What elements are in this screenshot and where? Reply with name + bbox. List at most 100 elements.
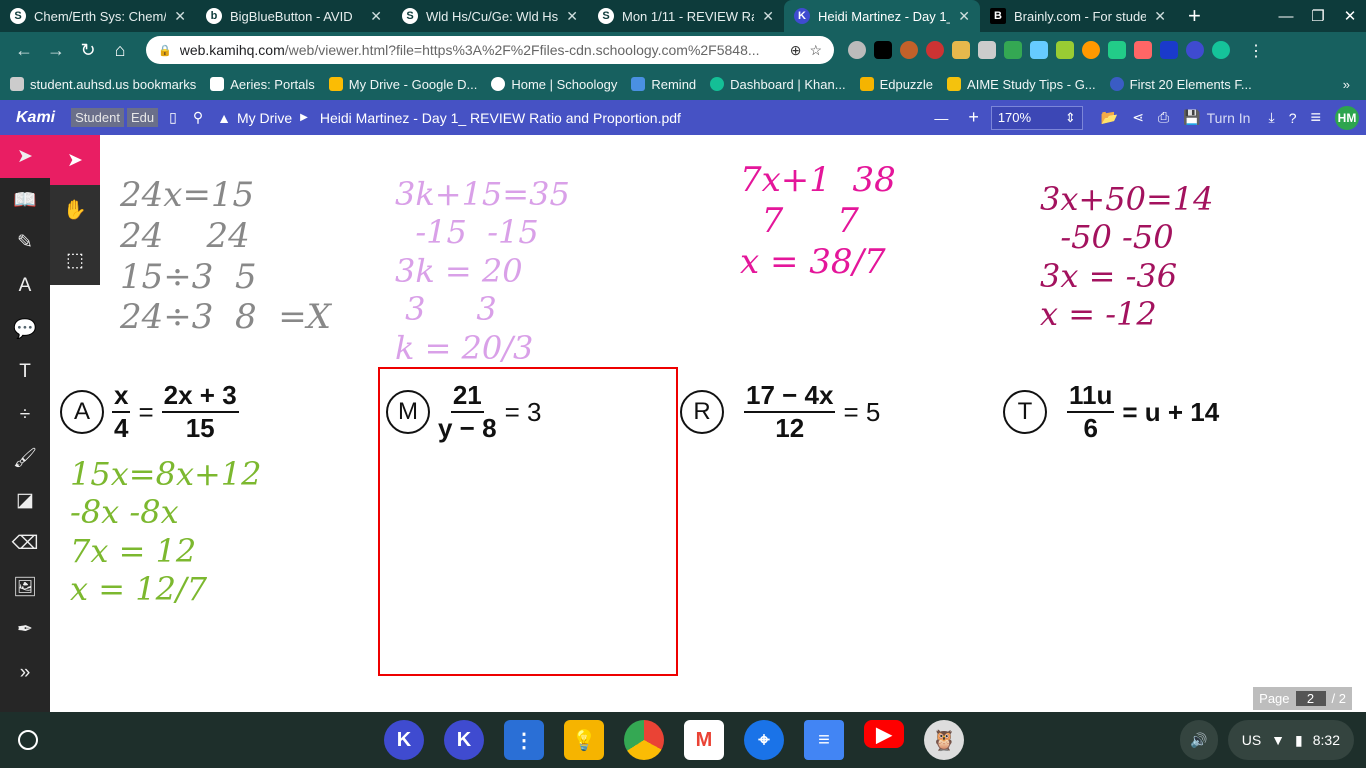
close-tab-icon[interactable]: ✕ xyxy=(566,8,578,25)
extension-icon[interactable] xyxy=(848,41,866,59)
comment-tool[interactable]: 💬 xyxy=(0,307,50,350)
extension-icon[interactable] xyxy=(1030,41,1048,59)
forward-icon[interactable]: → xyxy=(40,40,72,61)
bookmark[interactable]: Edpuzzle xyxy=(859,77,933,92)
voice-app-icon[interactable]: ⋮ xyxy=(504,720,544,760)
docs-icon[interactable]: ≡ xyxy=(804,720,844,760)
minimize-icon[interactable]: — xyxy=(1270,0,1302,32)
text-highlight-tool[interactable]: A xyxy=(0,264,50,307)
audio-icon[interactable]: 🔊 xyxy=(1180,720,1218,760)
status-tray[interactable]: US ▼ ▮ 8:32 xyxy=(1227,720,1354,760)
kami-app-icon[interactable]: K xyxy=(444,720,484,760)
page-number-input[interactable]: 2 xyxy=(1295,691,1326,706)
chrome-icon[interactable] xyxy=(624,720,664,760)
maximize-icon[interactable]: ❐ xyxy=(1302,0,1334,32)
close-tab-icon[interactable]: ✕ xyxy=(174,8,186,25)
hand-icon[interactable]: ✋ xyxy=(50,185,100,235)
bookmark[interactable]: First 20 Elements F... xyxy=(1109,77,1252,92)
keyboard-language: US xyxy=(1241,732,1262,748)
close-tab-icon[interactable]: ✕ xyxy=(1154,8,1166,25)
browser-tab[interactable]: b BigBlueButton - AVID ✕ xyxy=(196,0,392,32)
breadcrumb[interactable]: My Drive xyxy=(237,110,292,126)
cursor-icon[interactable]: ➤ xyxy=(50,135,100,185)
pdf-page[interactable]: 24x=15 24 24 15÷3 5 24÷3 8 =X 3k+15=35 -… xyxy=(50,135,1366,712)
schoology-icon: S xyxy=(402,8,418,24)
equation-tool[interactable]: ÷ xyxy=(0,393,50,436)
bookmark[interactable]: AIME Study Tips - G... xyxy=(947,77,1096,92)
back-icon[interactable]: ← xyxy=(8,40,40,61)
launcher-icon[interactable] xyxy=(18,730,38,750)
shapes-tool[interactable]: ◪ xyxy=(0,479,50,522)
close-window-icon[interactable]: ✕ xyxy=(1334,0,1366,32)
extension-icon[interactable] xyxy=(1160,41,1178,59)
close-tab-icon[interactable]: ✕ xyxy=(958,8,970,25)
menu-icon[interactable]: ≡ xyxy=(1310,107,1321,128)
open-folder-icon[interactable]: 📂 xyxy=(1101,109,1118,126)
browser-tab[interactable]: S Mon 1/11 - REVIEW Ratio ✕ xyxy=(588,0,784,32)
browser-tab[interactable]: B Brainly.com - For studen ✕ xyxy=(980,0,1176,32)
new-tab-button[interactable]: + xyxy=(1176,0,1213,32)
browser-tab[interactable]: S Wld Hs/Cu/Ge: Wld Hs/(✕ xyxy=(392,0,588,32)
print-icon[interactable]: ⎙ xyxy=(1158,109,1169,126)
extension-icon[interactable] xyxy=(1134,41,1152,59)
bookmark[interactable]: Remind xyxy=(631,77,696,92)
youtube-icon[interactable]: ▶ xyxy=(864,720,904,748)
close-tab-icon[interactable]: ✕ xyxy=(762,8,774,25)
extension-icon[interactable] xyxy=(926,41,944,59)
browser-tab-active[interactable]: K Heidi Martinez - Day 1_F ✕ xyxy=(784,0,980,32)
turn-in-button[interactable]: Turn In xyxy=(1207,110,1251,126)
eraser-tool[interactable]: ⌫ xyxy=(0,522,50,565)
expand-tools-icon[interactable]: » xyxy=(0,651,50,694)
save-icon[interactable]: 💾 xyxy=(1183,109,1200,126)
close-tab-icon[interactable]: ✕ xyxy=(370,8,382,25)
extension-icon[interactable] xyxy=(1056,41,1074,59)
select-tool[interactable]: ➤ xyxy=(0,135,50,178)
extension-icon[interactable] xyxy=(952,41,970,59)
drawing-tool[interactable]: 🖌 xyxy=(0,436,50,479)
bookmark[interactable]: My Drive - Google D... xyxy=(328,77,477,92)
menu-kebab-icon[interactable]: ⋮ xyxy=(1248,41,1268,60)
zoom-out-button[interactable]: — xyxy=(934,110,948,126)
browser-tab[interactable]: S Chem/Erth Sys: Chem/E ✕ xyxy=(0,0,196,32)
bookmark[interactable]: student.auhsd.us bookmarks xyxy=(10,77,196,92)
bookmark[interactable]: Dashboard | Khan... xyxy=(710,77,846,92)
help-icon[interactable]: ? xyxy=(1289,110,1297,126)
screen-capture-icon[interactable]: ⌖ xyxy=(744,720,784,760)
edpuzzle-icon xyxy=(859,77,874,91)
red-rectangle-annotation[interactable] xyxy=(378,367,678,676)
calendar-icon[interactable] xyxy=(978,41,996,59)
more-bookmarks-icon[interactable]: » xyxy=(1343,77,1350,92)
bookmark-star-icon[interactable]: ☆ xyxy=(809,42,822,59)
home-icon[interactable]: ⌂ xyxy=(104,40,136,61)
document-title: Heidi Martinez - Day 1_ REVIEW Ratio and… xyxy=(319,109,681,126)
url-input[interactable]: 🔒 web.kamihq.com/web/viewer.html?file=ht… xyxy=(146,36,834,64)
highlight-tool[interactable]: ✎ xyxy=(0,221,50,264)
extension-icon[interactable] xyxy=(1108,41,1126,59)
install-icon[interactable]: ⊕ xyxy=(790,42,802,59)
owl-app-icon[interactable]: 🦉 xyxy=(924,720,964,760)
bookmark[interactable]: Aeries: Portals xyxy=(210,77,315,92)
area-select-icon[interactable]: ⬚ xyxy=(50,235,100,285)
bookmark[interactable]: Home | Schoology xyxy=(491,77,617,92)
avatar[interactable]: HM xyxy=(1335,105,1359,130)
extension-icon[interactable] xyxy=(874,41,892,59)
grammarly-icon[interactable] xyxy=(1212,41,1230,59)
drive-icon[interactable] xyxy=(1004,41,1022,59)
zoom-select[interactable]: 170% ⇕ xyxy=(990,105,1083,130)
reload-icon[interactable]: ↻ xyxy=(72,40,104,61)
download-icon[interactable]: ⤓ xyxy=(1268,109,1274,126)
share-icon[interactable]: ⋖ xyxy=(1132,109,1144,126)
image-tool[interactable]: 🖼 xyxy=(0,565,50,608)
text-tool[interactable]: T xyxy=(0,350,50,393)
kami-extension-icon[interactable] xyxy=(1186,41,1204,59)
search-icon[interactable]: ⚲ xyxy=(193,109,203,126)
gmail-icon[interactable]: M xyxy=(684,720,724,760)
kami-app-icon[interactable]: K xyxy=(384,720,424,760)
signature-tool[interactable]: ✒ xyxy=(0,608,50,651)
keep-icon[interactable]: 💡 xyxy=(564,720,604,760)
extension-icon[interactable] xyxy=(900,41,918,59)
zoom-in-button[interactable]: + xyxy=(968,107,979,128)
sidebar-toggle-icon[interactable]: ▯ xyxy=(169,109,177,126)
dictionary-tool[interactable]: 📖 xyxy=(0,178,50,221)
extension-icon[interactable] xyxy=(1082,41,1100,59)
